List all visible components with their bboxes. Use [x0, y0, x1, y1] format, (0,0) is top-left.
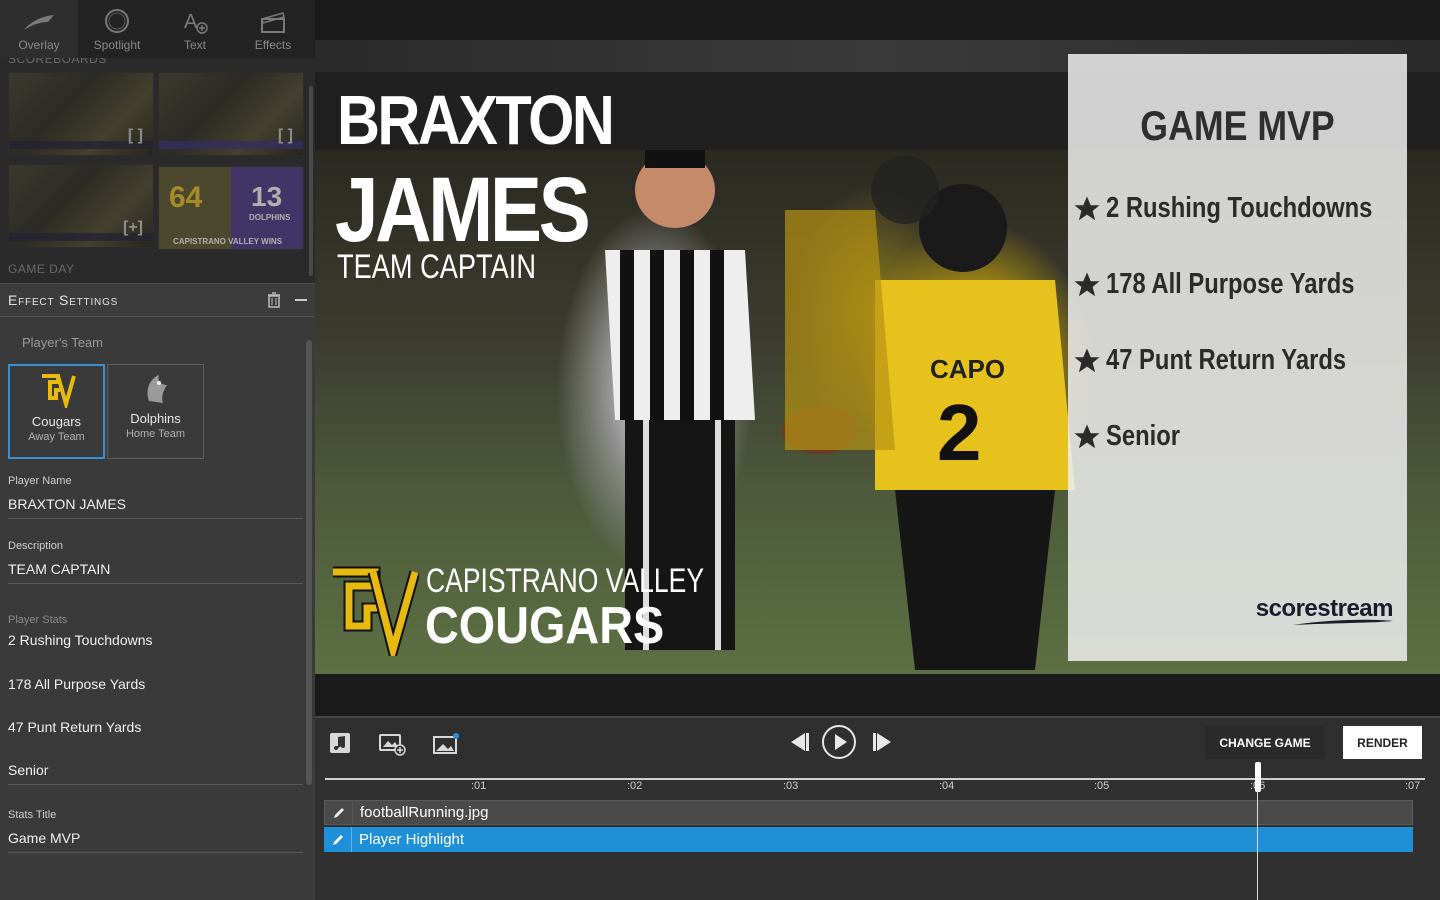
- playhead-line: [1257, 788, 1258, 900]
- collapse-icon[interactable]: [295, 299, 307, 301]
- overlay-mascot: COUGARS: [425, 597, 665, 655]
- mvp-stat: Senior: [1072, 420, 1196, 453]
- pencil-icon[interactable]: [325, 800, 353, 825]
- scoreboard-thumb[interactable]: [ ]: [8, 72, 154, 156]
- music-note-icon[interactable]: [329, 732, 351, 754]
- tick-label: :02: [627, 780, 643, 792]
- text-add-icon: A: [184, 11, 208, 34]
- trash-icon[interactable]: [267, 292, 281, 308]
- brand-swoosh-icon: [1293, 619, 1393, 625]
- jersey-number: 2: [937, 388, 982, 477]
- player-name-label: Player Name: [8, 475, 72, 487]
- mvp-stat: 47 Punt Return Yards: [1072, 344, 1399, 377]
- stats-title-label: Stats Title: [8, 809, 57, 821]
- team-option-dolphins[interactable]: Dolphins Home Team: [107, 364, 204, 459]
- effect-settings-header: Effect Settings: [0, 283, 315, 317]
- track-label: Player Highlight: [359, 831, 465, 848]
- mvp-stat-text: 47 Punt Return Yards: [1106, 344, 1347, 376]
- team-option-cougars[interactable]: Cougars Away Team: [8, 364, 105, 459]
- star-icon: [1074, 272, 1100, 296]
- track-effect[interactable]: Player Highlight: [324, 827, 1413, 852]
- star-icon: [1074, 196, 1100, 220]
- tab-spotlight-label: Spotlight: [93, 38, 141, 52]
- mvp-stat-text: Senior: [1106, 420, 1181, 452]
- tab-effects[interactable]: Effects: [234, 0, 312, 58]
- skip-back-icon[interactable]: [787, 731, 811, 753]
- spotlight-icon: [105, 9, 129, 33]
- mvp-title: GAME MVP: [1140, 102, 1335, 149]
- gameday-label: GAME DAY: [8, 262, 75, 276]
- stats-title-field[interactable]: Game MVP: [8, 830, 303, 853]
- tick-label: :04: [939, 780, 955, 792]
- scoreboard-thumb[interactable]: [+]: [8, 164, 154, 248]
- players-team-label: Player's Team: [22, 335, 103, 350]
- add-overlay-icon[interactable]: [433, 732, 461, 756]
- description-field[interactable]: TEAM CAPTAIN: [8, 561, 303, 584]
- tab-text[interactable]: A Text: [156, 0, 234, 58]
- playback-controls: CHANGE GAME RENDER: [315, 716, 1440, 768]
- mvp-card: GAME MVP 2 Rushing Touchdowns 178 All Pu…: [1068, 54, 1407, 661]
- tab-spotlight[interactable]: Spotlight: [78, 0, 156, 58]
- player-name-field[interactable]: BRAXTON JAMES: [8, 496, 303, 519]
- add-media-icon[interactable]: [379, 732, 407, 756]
- mvp-stat: 178 All Purpose Yards: [1072, 268, 1409, 301]
- player-stats-label: Player Stats: [8, 614, 68, 626]
- tool-tabs: Overlay Spotlight A Text Effects: [0, 0, 315, 58]
- video-editor-app: Overlay Spotlight A Text Effects SCOREBO…: [0, 0, 1440, 900]
- cv-logo-icon: [333, 566, 419, 656]
- team-name: Cougars: [31, 414, 82, 429]
- overlay-library: SCOREBOARDS [ ] [ ] [+] 64 13 DOLPHINS C…: [0, 58, 315, 283]
- tab-overlay-label: Overlay: [18, 38, 60, 52]
- play-icon[interactable]: [821, 724, 857, 760]
- star-icon: [1074, 348, 1100, 372]
- team-role: Away Team: [28, 431, 85, 443]
- clapperboard-icon: [261, 12, 285, 33]
- scoreboards-label: SCOREBOARDS: [8, 58, 107, 66]
- tab-overlay[interactable]: Overlay: [0, 0, 78, 58]
- change-game-button[interactable]: CHANGE GAME: [1205, 726, 1325, 759]
- score-caption: CAPISTRANO VALLEY WINS: [173, 237, 283, 246]
- player-stat-field[interactable]: 178 All Purpose Yards: [8, 676, 145, 692]
- track-image[interactable]: footballRunning.jpg: [324, 800, 1413, 825]
- player-stat-field[interactable]: Senior: [8, 762, 303, 785]
- player-stat-field[interactable]: 2 Rushing Touchdowns: [8, 632, 153, 648]
- team-name: Dolphins: [130, 411, 181, 426]
- video-preview: CAPO 2 BRAXTON JAMES TEAM CAPTAIN CAPIST…: [315, 40, 1440, 674]
- tick-label: :05: [1094, 780, 1110, 792]
- jersey-text: CAPO: [930, 354, 1005, 384]
- score-right-team: DOLPHINS: [249, 213, 291, 222]
- score-right: 13: [251, 181, 283, 212]
- svg-text:A: A: [184, 11, 198, 33]
- effect-settings-title: Effect Settings: [8, 292, 119, 308]
- pencil-icon[interactable]: [324, 827, 352, 852]
- scoreboard-thumb[interactable]: [ ]: [158, 72, 304, 156]
- dolphins-logo-icon: [146, 375, 167, 403]
- settings-scrollbar[interactable]: [306, 340, 312, 785]
- tick-label: :03: [783, 780, 799, 792]
- skip-forward-icon[interactable]: [871, 731, 895, 753]
- score-left: 64: [169, 181, 203, 214]
- star-icon: [1074, 424, 1100, 448]
- overlay-description: TEAM CAPTAIN: [337, 248, 536, 286]
- description-label: Description: [8, 540, 64, 552]
- left-panel: Overlay Spotlight A Text Effects SCOREBO…: [0, 0, 315, 900]
- library-scrollbar[interactable]: [309, 86, 313, 276]
- mvp-stat-text: 2 Rushing Touchdowns: [1106, 192, 1373, 224]
- render-button[interactable]: RENDER: [1343, 726, 1422, 759]
- team-role: Home Team: [125, 428, 186, 440]
- swoosh-icon: [24, 15, 54, 30]
- final-score-thumb[interactable]: 64 13 DOLPHINS CAPISTRANO VALLEY WINS: [158, 166, 304, 250]
- tick-label: :07: [1405, 780, 1421, 792]
- tab-text-label: Text: [183, 38, 206, 52]
- player-stat-field[interactable]: 47 Punt Return Yards: [8, 719, 141, 735]
- track-label: footballRunning.jpg: [360, 804, 489, 821]
- tick-label: :01: [471, 780, 487, 792]
- tab-effects-label: Effects: [254, 38, 292, 52]
- mvp-stat: 2 Rushing Touchdowns: [1072, 192, 1431, 225]
- playhead-handle[interactable]: [1255, 762, 1261, 792]
- mvp-stat-text: 178 All Purpose Yards: [1106, 268, 1355, 300]
- timeline: :01 :02 :03 :04 :05 :06 :07 footballRunn…: [315, 762, 1440, 900]
- cougars-logo-icon: [41, 374, 76, 408]
- overlay-first-name: BRAXTON: [337, 81, 615, 159]
